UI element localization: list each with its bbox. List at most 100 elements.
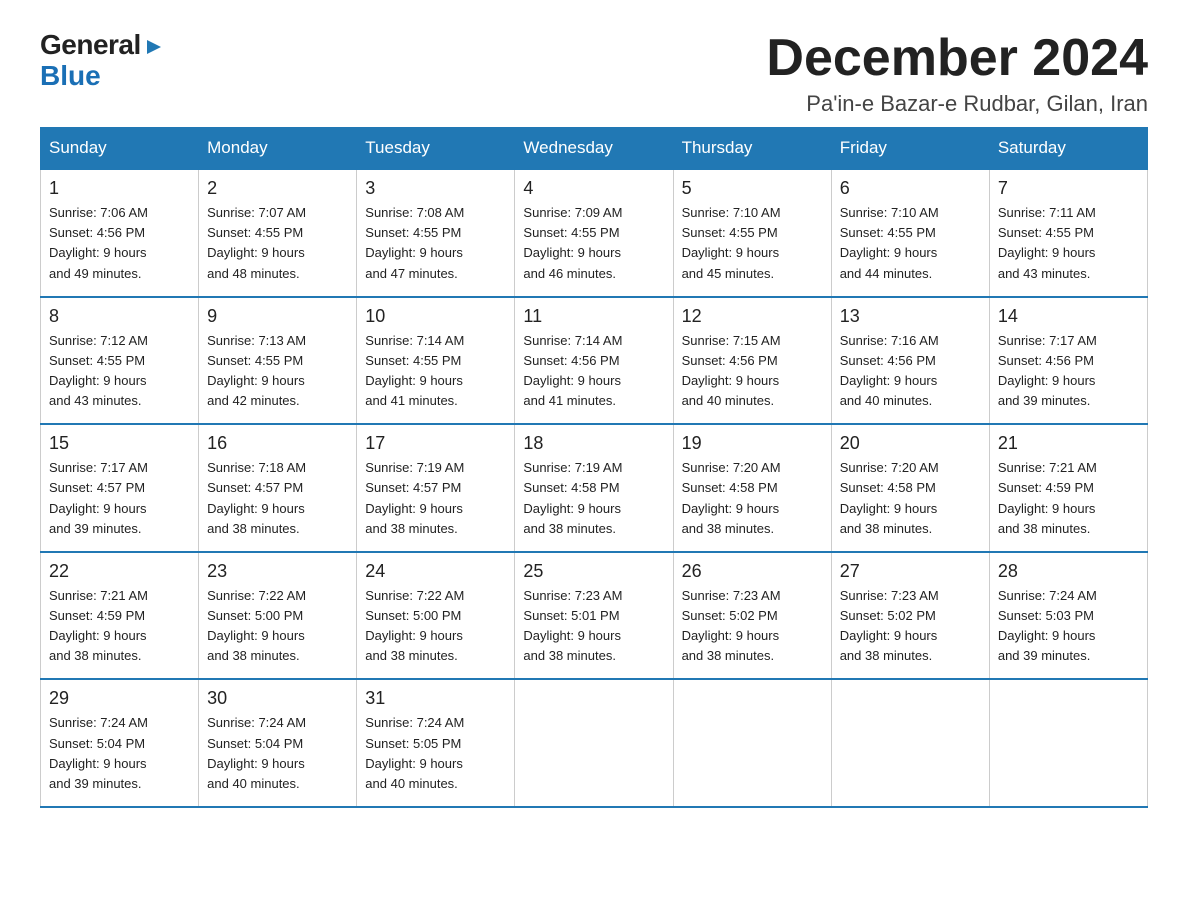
calendar-cell: 12 Sunrise: 7:15 AM Sunset: 4:56 PM Dayl…	[673, 297, 831, 425]
day-number: 15	[49, 433, 190, 454]
header-tuesday: Tuesday	[357, 128, 515, 170]
day-number: 16	[207, 433, 348, 454]
calendar-cell: 19 Sunrise: 7:20 AM Sunset: 4:58 PM Dayl…	[673, 424, 831, 552]
day-info: Sunrise: 7:22 AM Sunset: 5:00 PM Dayligh…	[207, 586, 348, 667]
header-saturday: Saturday	[989, 128, 1147, 170]
calendar-cell: 15 Sunrise: 7:17 AM Sunset: 4:57 PM Dayl…	[41, 424, 199, 552]
day-number: 9	[207, 306, 348, 327]
calendar-cell: 24 Sunrise: 7:22 AM Sunset: 5:00 PM Dayl…	[357, 552, 515, 680]
day-number: 18	[523, 433, 664, 454]
calendar-cell: 29 Sunrise: 7:24 AM Sunset: 5:04 PM Dayl…	[41, 679, 199, 807]
logo: General Blue	[40, 30, 165, 92]
day-number: 2	[207, 178, 348, 199]
calendar-cell: 30 Sunrise: 7:24 AM Sunset: 5:04 PM Dayl…	[199, 679, 357, 807]
calendar-week-row: 8 Sunrise: 7:12 AM Sunset: 4:55 PM Dayli…	[41, 297, 1148, 425]
calendar-cell: 2 Sunrise: 7:07 AM Sunset: 4:55 PM Dayli…	[199, 169, 357, 297]
calendar-cell: 1 Sunrise: 7:06 AM Sunset: 4:56 PM Dayli…	[41, 169, 199, 297]
day-number: 22	[49, 561, 190, 582]
day-info: Sunrise: 7:21 AM Sunset: 4:59 PM Dayligh…	[998, 458, 1139, 539]
calendar-cell: 10 Sunrise: 7:14 AM Sunset: 4:55 PM Dayl…	[357, 297, 515, 425]
day-info: Sunrise: 7:20 AM Sunset: 4:58 PM Dayligh…	[682, 458, 823, 539]
title-block: December 2024 Pa'in-e Bazar-e Rudbar, Gi…	[766, 30, 1148, 117]
day-number: 21	[998, 433, 1139, 454]
calendar-cell: 5 Sunrise: 7:10 AM Sunset: 4:55 PM Dayli…	[673, 169, 831, 297]
calendar-table: Sunday Monday Tuesday Wednesday Thursday…	[40, 127, 1148, 808]
day-number: 23	[207, 561, 348, 582]
calendar-cell	[515, 679, 673, 807]
day-info: Sunrise: 7:12 AM Sunset: 4:55 PM Dayligh…	[49, 331, 190, 412]
day-info: Sunrise: 7:23 AM Sunset: 5:02 PM Dayligh…	[682, 586, 823, 667]
header-wednesday: Wednesday	[515, 128, 673, 170]
calendar-cell: 17 Sunrise: 7:19 AM Sunset: 4:57 PM Dayl…	[357, 424, 515, 552]
page-header: General Blue December 2024 Pa'in-e Bazar…	[40, 30, 1148, 117]
day-info: Sunrise: 7:07 AM Sunset: 4:55 PM Dayligh…	[207, 203, 348, 284]
calendar-cell	[673, 679, 831, 807]
day-info: Sunrise: 7:17 AM Sunset: 4:56 PM Dayligh…	[998, 331, 1139, 412]
day-info: Sunrise: 7:23 AM Sunset: 5:02 PM Dayligh…	[840, 586, 981, 667]
calendar-cell: 28 Sunrise: 7:24 AM Sunset: 5:03 PM Dayl…	[989, 552, 1147, 680]
header-friday: Friday	[831, 128, 989, 170]
calendar-cell: 3 Sunrise: 7:08 AM Sunset: 4:55 PM Dayli…	[357, 169, 515, 297]
day-info: Sunrise: 7:11 AM Sunset: 4:55 PM Dayligh…	[998, 203, 1139, 284]
calendar-week-row: 15 Sunrise: 7:17 AM Sunset: 4:57 PM Dayl…	[41, 424, 1148, 552]
day-number: 13	[840, 306, 981, 327]
day-info: Sunrise: 7:10 AM Sunset: 4:55 PM Dayligh…	[682, 203, 823, 284]
calendar-cell: 13 Sunrise: 7:16 AM Sunset: 4:56 PM Dayl…	[831, 297, 989, 425]
calendar-cell: 26 Sunrise: 7:23 AM Sunset: 5:02 PM Dayl…	[673, 552, 831, 680]
day-number: 20	[840, 433, 981, 454]
calendar-cell: 11 Sunrise: 7:14 AM Sunset: 4:56 PM Dayl…	[515, 297, 673, 425]
day-number: 3	[365, 178, 506, 199]
weekday-header-row: Sunday Monday Tuesday Wednesday Thursday…	[41, 128, 1148, 170]
calendar-cell: 6 Sunrise: 7:10 AM Sunset: 4:55 PM Dayli…	[831, 169, 989, 297]
day-number: 1	[49, 178, 190, 199]
day-number: 11	[523, 306, 664, 327]
day-info: Sunrise: 7:20 AM Sunset: 4:58 PM Dayligh…	[840, 458, 981, 539]
calendar-cell: 8 Sunrise: 7:12 AM Sunset: 4:55 PM Dayli…	[41, 297, 199, 425]
header-sunday: Sunday	[41, 128, 199, 170]
day-number: 27	[840, 561, 981, 582]
day-info: Sunrise: 7:06 AM Sunset: 4:56 PM Dayligh…	[49, 203, 190, 284]
day-number: 6	[840, 178, 981, 199]
calendar-week-row: 29 Sunrise: 7:24 AM Sunset: 5:04 PM Dayl…	[41, 679, 1148, 807]
calendar-cell: 16 Sunrise: 7:18 AM Sunset: 4:57 PM Dayl…	[199, 424, 357, 552]
logo-blue-text: Blue	[40, 61, 165, 92]
day-number: 19	[682, 433, 823, 454]
day-info: Sunrise: 7:13 AM Sunset: 4:55 PM Dayligh…	[207, 331, 348, 412]
day-number: 10	[365, 306, 506, 327]
day-number: 24	[365, 561, 506, 582]
calendar-cell: 4 Sunrise: 7:09 AM Sunset: 4:55 PM Dayli…	[515, 169, 673, 297]
calendar-week-row: 22 Sunrise: 7:21 AM Sunset: 4:59 PM Dayl…	[41, 552, 1148, 680]
day-number: 14	[998, 306, 1139, 327]
day-number: 30	[207, 688, 348, 709]
calendar-cell	[831, 679, 989, 807]
day-info: Sunrise: 7:14 AM Sunset: 4:56 PM Dayligh…	[523, 331, 664, 412]
calendar-cell: 21 Sunrise: 7:21 AM Sunset: 4:59 PM Dayl…	[989, 424, 1147, 552]
day-number: 17	[365, 433, 506, 454]
day-number: 8	[49, 306, 190, 327]
day-number: 4	[523, 178, 664, 199]
day-number: 25	[523, 561, 664, 582]
calendar-cell: 25 Sunrise: 7:23 AM Sunset: 5:01 PM Dayl…	[515, 552, 673, 680]
month-title: December 2024	[766, 30, 1148, 87]
day-info: Sunrise: 7:15 AM Sunset: 4:56 PM Dayligh…	[682, 331, 823, 412]
day-number: 31	[365, 688, 506, 709]
day-info: Sunrise: 7:19 AM Sunset: 4:57 PM Dayligh…	[365, 458, 506, 539]
calendar-cell	[989, 679, 1147, 807]
location-title: Pa'in-e Bazar-e Rudbar, Gilan, Iran	[766, 91, 1148, 117]
calendar-cell: 18 Sunrise: 7:19 AM Sunset: 4:58 PM Dayl…	[515, 424, 673, 552]
header-monday: Monday	[199, 128, 357, 170]
calendar-week-row: 1 Sunrise: 7:06 AM Sunset: 4:56 PM Dayli…	[41, 169, 1148, 297]
day-info: Sunrise: 7:09 AM Sunset: 4:55 PM Dayligh…	[523, 203, 664, 284]
calendar-cell: 9 Sunrise: 7:13 AM Sunset: 4:55 PM Dayli…	[199, 297, 357, 425]
day-info: Sunrise: 7:22 AM Sunset: 5:00 PM Dayligh…	[365, 586, 506, 667]
day-number: 7	[998, 178, 1139, 199]
day-info: Sunrise: 7:24 AM Sunset: 5:05 PM Dayligh…	[365, 713, 506, 794]
day-info: Sunrise: 7:23 AM Sunset: 5:01 PM Dayligh…	[523, 586, 664, 667]
calendar-cell: 31 Sunrise: 7:24 AM Sunset: 5:05 PM Dayl…	[357, 679, 515, 807]
day-number: 28	[998, 561, 1139, 582]
calendar-cell: 27 Sunrise: 7:23 AM Sunset: 5:02 PM Dayl…	[831, 552, 989, 680]
calendar-cell: 20 Sunrise: 7:20 AM Sunset: 4:58 PM Dayl…	[831, 424, 989, 552]
day-number: 29	[49, 688, 190, 709]
logo-general-text: General	[40, 30, 165, 61]
day-info: Sunrise: 7:24 AM Sunset: 5:04 PM Dayligh…	[207, 713, 348, 794]
